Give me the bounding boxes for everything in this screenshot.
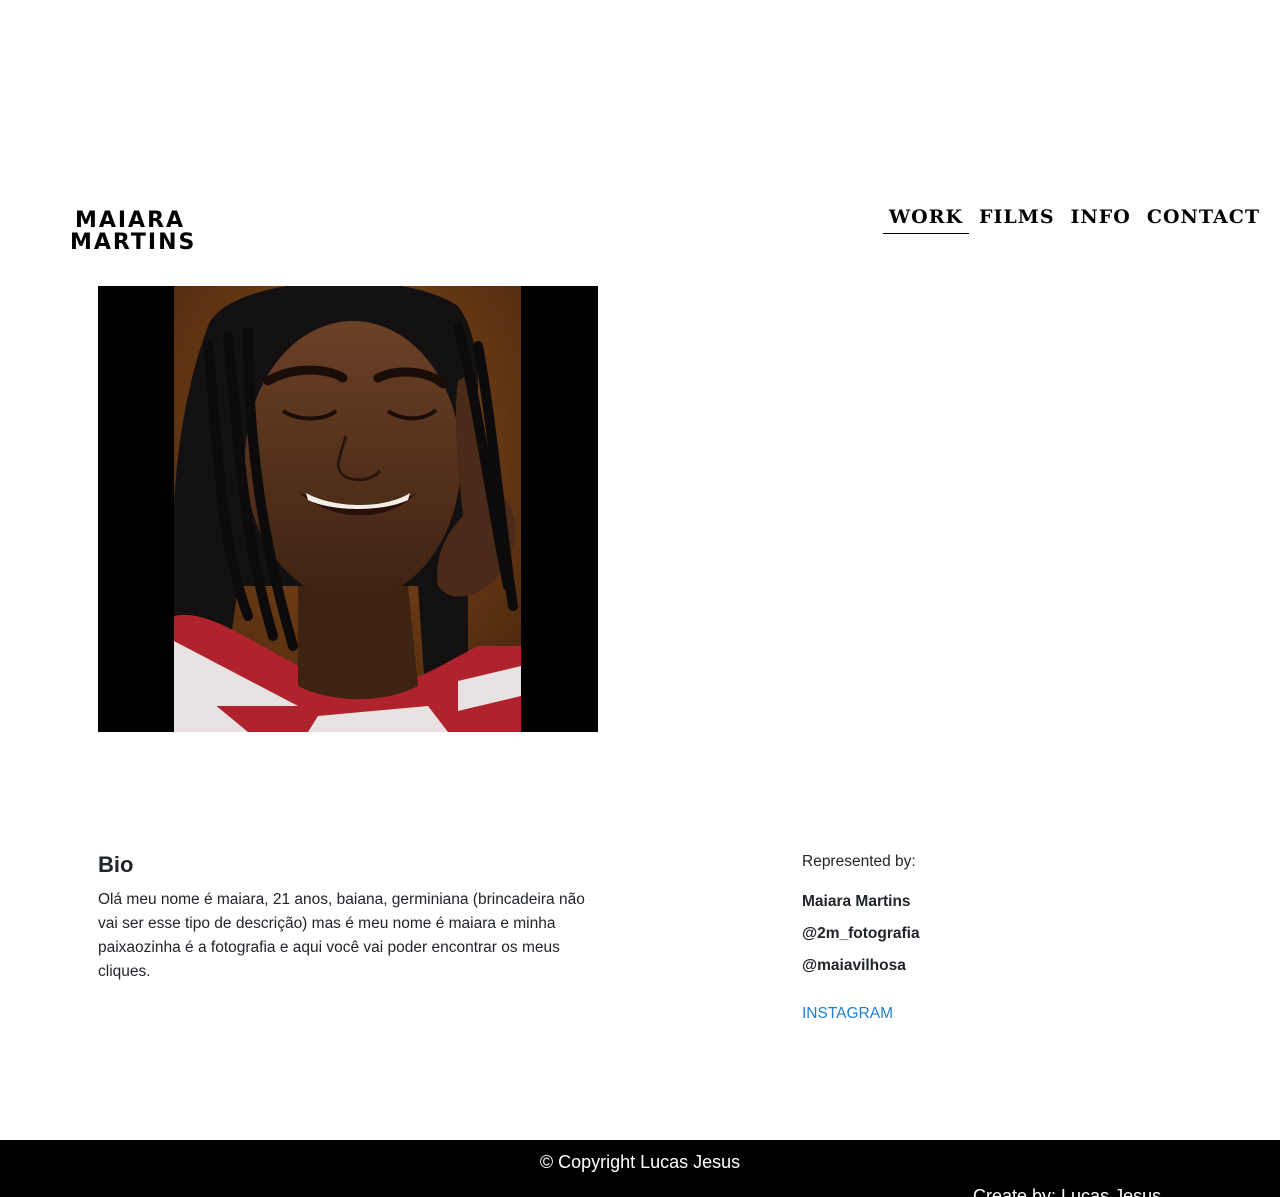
portrait-photo [98, 286, 598, 732]
logo-line-1: MAIARA [74, 208, 186, 233]
created-by-text: Create by: Lucas Jesus [973, 1186, 1162, 1197]
instagram-link[interactable]: INSTAGRAM [802, 1002, 893, 1026]
rep-handle-2: @maiavilhosa [802, 957, 906, 974]
bio-title: Bio [98, 852, 134, 877]
logo-line-2: MARTINS [70, 230, 197, 255]
bio-section: Bio Olá meu nome é maiara, 21 anos, baia… [98, 852, 588, 984]
copyright-text: © Copyright Lucas Jesus [539, 1152, 741, 1172]
portrait-image [98, 286, 598, 732]
bio-text: Olá meu nome é maiara, 21 anos, baiana, … [98, 891, 585, 980]
main-nav: WORK FILMS INFO CONTACT [879, 205, 1266, 234]
site-footer: © Copyright Lucas Jesus Create by: Lucas… [0, 1140, 1280, 1197]
page: MAIARA MARTINS WORK FILMS INFO CONTACT B… [0, 0, 1280, 1197]
rep-handle-1: @2m_fotografia [802, 925, 920, 942]
nav-info-link[interactable]: INFO [1065, 205, 1137, 234]
nav-work-link[interactable]: WORK [882, 205, 970, 234]
representation-section: Represented by: Maiara Martins @2m_fotog… [802, 850, 1102, 1026]
nav-contact-link[interactable]: CONTACT [1141, 205, 1266, 234]
rep-name-1: Maiara Martins [802, 893, 911, 910]
represented-by-label: Represented by: [802, 853, 916, 870]
site-logo[interactable]: MAIARA MARTINS [70, 208, 197, 255]
nav-films-link[interactable]: FILMS [973, 205, 1061, 234]
